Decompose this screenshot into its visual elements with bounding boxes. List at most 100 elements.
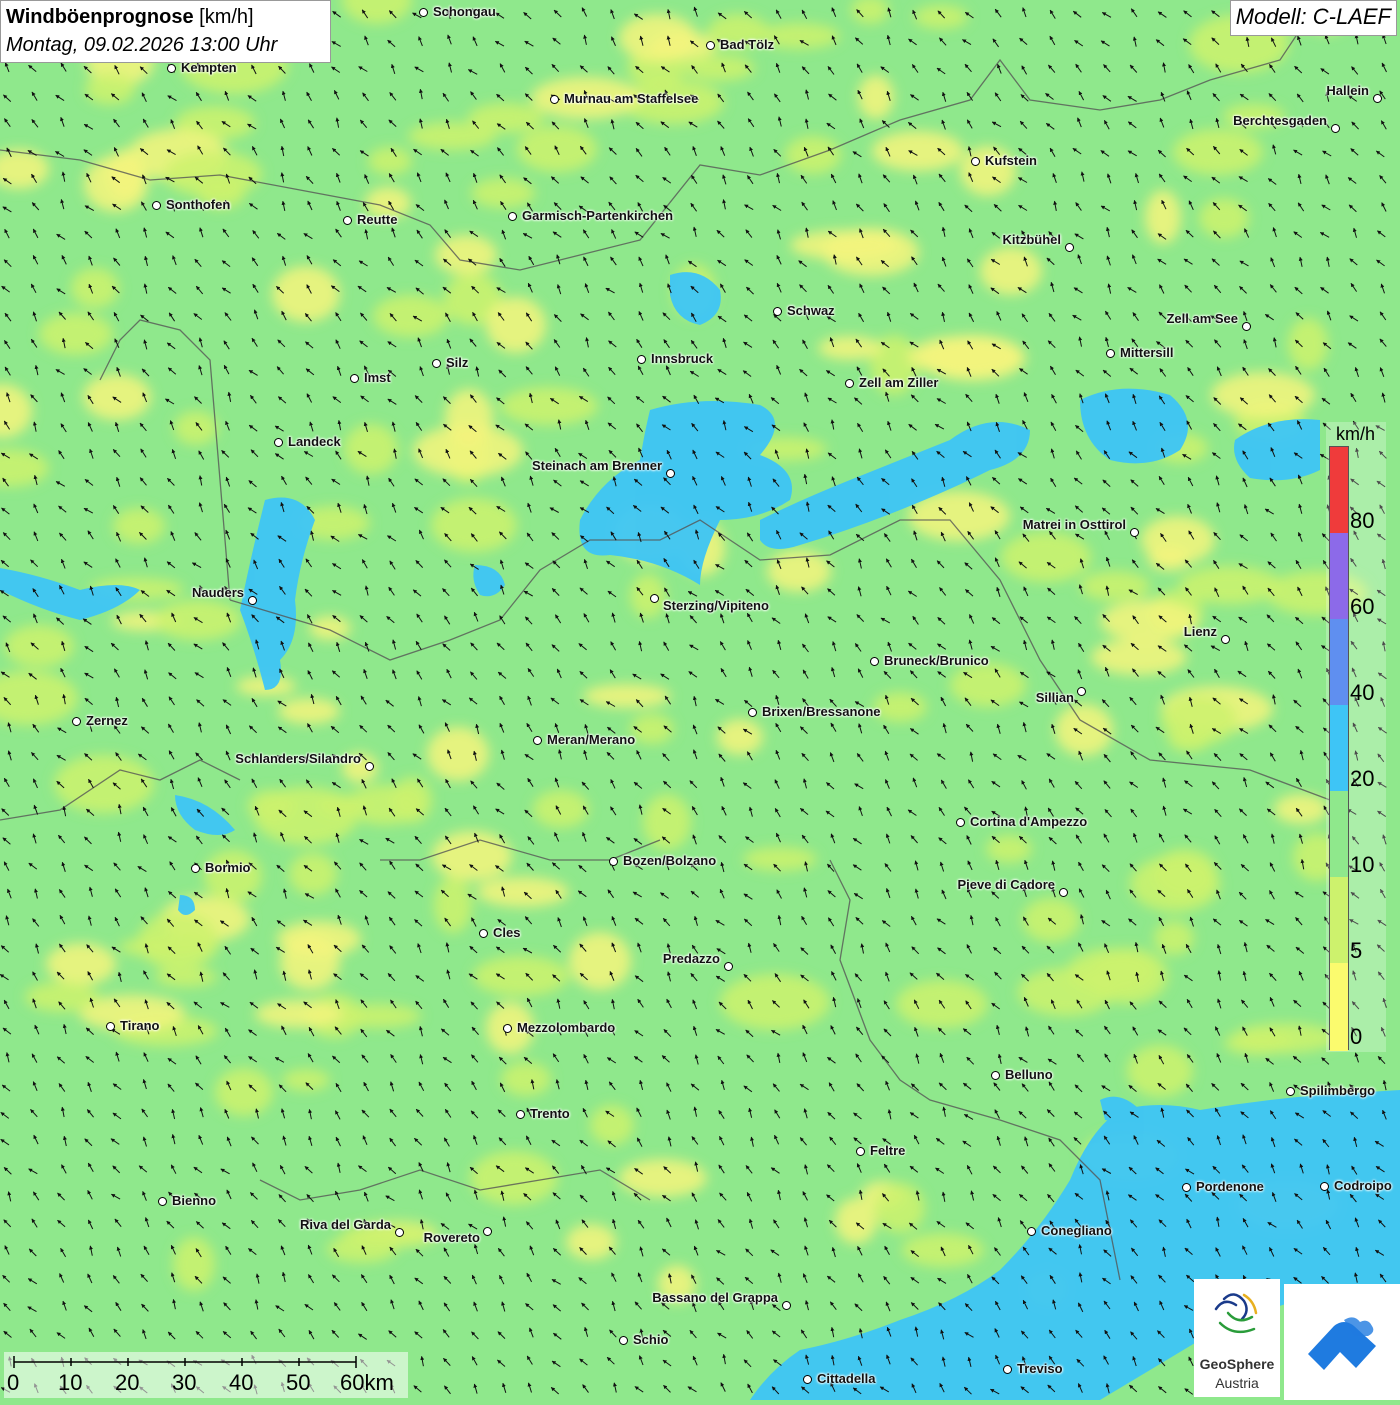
city-label: Schwaz (787, 303, 835, 318)
city-label: Steinach am Brenner (531, 458, 662, 473)
low-wind-patch (277, 921, 361, 957)
city-label: Codroipo (1334, 1178, 1392, 1193)
city-marker (1065, 243, 1074, 252)
city-marker (152, 201, 161, 210)
low-wind-patch (630, 574, 666, 618)
low-wind-patch (71, 268, 119, 308)
city-label: Pieve di Cadore (957, 877, 1055, 892)
city-label: Feltre (870, 1143, 906, 1158)
low-wind-patch (204, 850, 262, 902)
map-title: Windböenprognose [km/h] (6, 3, 325, 31)
city-label: Garmisch-Partenkirchen (522, 208, 674, 223)
city-marker (550, 95, 559, 104)
low-wind-patch (643, 794, 691, 850)
legend-seg-0-5 (1330, 963, 1348, 1051)
geosphere-logo-icon (1214, 1293, 1258, 1334)
city-marker (1373, 94, 1382, 103)
city-label: Treviso (1017, 1361, 1063, 1376)
low-wind-patch (590, 1105, 634, 1145)
low-wind-patch (1130, 856, 1220, 912)
city-marker (971, 157, 980, 166)
city-marker (503, 1024, 512, 1033)
low-wind-patch (434, 877, 472, 933)
city-marker (365, 762, 374, 771)
city-label: Trento (530, 1106, 570, 1121)
low-wind-patch (533, 790, 589, 828)
geosphere-logo-sub: Austria (1215, 1375, 1259, 1391)
low-wind-patch (309, 616, 351, 640)
legend-label-0: 0 (1350, 1024, 1363, 1049)
city-label: Bad Tölz (720, 37, 775, 52)
low-wind-patch (155, 967, 217, 987)
city-label: Cortina d'Ampezzo (970, 814, 1088, 829)
city-label: Belluno (1005, 1067, 1053, 1082)
city-label: Zell am Ziller (859, 375, 939, 390)
city-label: Zell am See (1166, 311, 1238, 326)
map-title-bold: Windböenprognose (6, 6, 194, 28)
low-wind-patch (720, 974, 830, 1030)
city-label: Nauders (191, 585, 244, 600)
low-wind-patch (1154, 921, 1194, 955)
city-marker (1003, 1365, 1012, 1374)
forecast-datetime: Montag, 09.02.2026 13:00 Uhr (6, 34, 278, 56)
city-label: Bormio (205, 860, 251, 875)
legend-label-40: 40 (1350, 680, 1375, 705)
legend-seg-10-20 (1330, 791, 1348, 877)
app-logo[interactable] (1284, 1284, 1400, 1400)
low-wind-patch (289, 853, 337, 895)
low-wind-patch (413, 425, 523, 477)
low-wind-patch (875, 1183, 925, 1233)
low-wind-patch (1211, 372, 1315, 418)
low-wind-patch (872, 131, 964, 171)
city-label: Bienno (172, 1193, 217, 1208)
city-label: Kempten (181, 60, 237, 75)
low-wind-patch (1161, 695, 1237, 745)
title-box: Windböenprognose [km/h] Montag, 09.02.20… (0, 0, 331, 63)
city-label: Cittadella (817, 1371, 876, 1386)
city-label: Silz (446, 355, 469, 370)
low-wind-patch (619, 1159, 707, 1197)
city-marker (1182, 1183, 1191, 1192)
scale-label-0: 0 (7, 1370, 20, 1395)
city-marker (167, 64, 176, 73)
city-marker (533, 736, 542, 745)
low-wind-patch (835, 1198, 877, 1244)
low-wind-patch (986, 835, 1032, 863)
city-marker (479, 929, 488, 938)
city-marker (106, 1022, 115, 1031)
city-label: Reutte (357, 212, 398, 227)
city-label: Conegliano (1041, 1223, 1112, 1238)
city-label: Imst (364, 370, 391, 385)
low-wind-patch (215, 1068, 273, 1116)
city-marker (650, 594, 659, 603)
legend-seg-40-60 (1330, 619, 1348, 705)
city-marker (343, 216, 352, 225)
city-label: Sonthofen (166, 197, 231, 212)
city-label: Pordenone (1196, 1179, 1264, 1194)
city-marker (870, 657, 879, 666)
app-logo-icon (1308, 1317, 1376, 1370)
low-wind-patch (569, 932, 631, 990)
legend-seg-60-80 (1330, 533, 1348, 619)
scale-label-10: 10 (58, 1370, 83, 1395)
low-wind-patch (408, 122, 496, 150)
city-marker (637, 355, 646, 364)
city-label: Bozen/Bolzano (623, 853, 717, 868)
low-wind-patch (501, 1062, 551, 1096)
city-marker (395, 1228, 404, 1237)
city-marker (274, 438, 283, 447)
legend-seg-20-40 (1330, 705, 1348, 791)
city-marker (956, 818, 965, 827)
low-wind-patch (431, 498, 517, 552)
city-label: Schlanders/Silandro (235, 751, 361, 766)
city-marker (158, 1197, 167, 1206)
low-wind-patch (619, 14, 697, 62)
low-wind-patch (1018, 968, 1114, 1016)
low-wind-patch (1127, 1045, 1193, 1097)
low-wind-patch (790, 230, 900, 260)
city-label: Meran/Merano (547, 732, 636, 747)
city-marker (666, 469, 675, 478)
city-marker (1320, 1182, 1329, 1191)
city-label: Hallein (1326, 83, 1369, 98)
low-wind-patch (46, 943, 116, 985)
